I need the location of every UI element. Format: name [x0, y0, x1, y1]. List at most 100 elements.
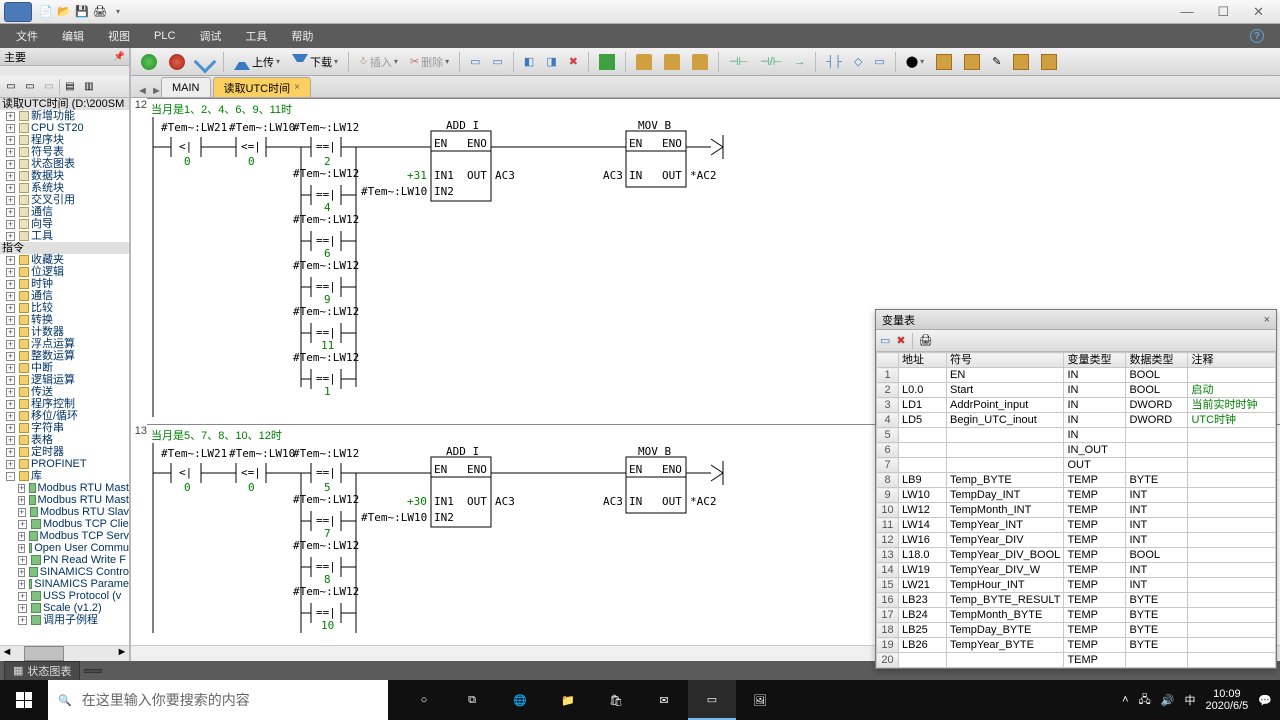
toggle-icon[interactable]: ⬤▾ [902, 51, 928, 73]
tool-icon-4[interactable]: ◨ [542, 51, 560, 73]
variable-row[interactable]: 10LW12TempMonth_INTTEMPINT [877, 503, 1276, 518]
run-button[interactable] [137, 51, 161, 73]
variable-row[interactable]: 5IN [877, 428, 1276, 443]
col-addr[interactable]: 地址 [899, 353, 947, 368]
tray-notifications-icon[interactable]: 💬 [1258, 694, 1272, 707]
tool-icon-a[interactable] [932, 51, 956, 73]
branch-icon-1[interactable]: ┤├ [822, 51, 846, 73]
goto-button[interactable] [595, 51, 619, 73]
tree-item[interactable]: +比较 [6, 302, 129, 314]
variable-row[interactable]: 16LB23Temp_BYTE_RESULTTEMPBYTE [877, 593, 1276, 608]
tree-item[interactable]: +向导 [6, 218, 129, 230]
tab-status-chart[interactable]: ▦状态图表 [4, 661, 80, 681]
col-datatype[interactable]: 数据类型 [1126, 353, 1188, 368]
variable-row[interactable]: 8LB9Temp_BYTETEMPBYTE [877, 473, 1276, 488]
new-icon[interactable]: 📄 [38, 4, 54, 20]
project-root[interactable]: 读取UTC时间 (D:\200SM [0, 98, 129, 110]
variable-row[interactable]: 17LB24TempMonth_BYTETEMPBYTE [877, 608, 1276, 623]
variable-row[interactable]: 19LB26TempYear_BYTETEMPBYTE [877, 638, 1276, 653]
variable-row[interactable]: 3LD1AddrPoint_inputINDWORD当前实时时钟 [877, 398, 1276, 413]
taskbar-explorer-icon[interactable]: 📁 [544, 680, 592, 720]
tree-item[interactable]: +浮点运算 [6, 338, 129, 350]
tree-item[interactable]: +通信 [6, 290, 129, 302]
tab-nav-icon[interactable]: ◄ ► [137, 85, 162, 97]
cortana-icon[interactable]: ○ [400, 680, 448, 720]
variable-table-titlebar[interactable]: 变量表 × [876, 310, 1276, 330]
tree-item[interactable]: +时钟 [6, 278, 129, 290]
insert-button[interactable]: ⎀插入▾ [355, 51, 402, 73]
tool-icon-e[interactable] [1037, 51, 1061, 73]
maximize-button[interactable]: ☐ [1217, 4, 1229, 20]
tree-item[interactable]: +字符串 [6, 422, 129, 434]
variable-row[interactable]: 6IN_OUT [877, 443, 1276, 458]
tree-tb-3[interactable]: ▭ [40, 78, 58, 96]
close-button[interactable]: ✕ [1253, 4, 1264, 20]
coil-icon[interactable]: → [790, 51, 809, 73]
tree-item[interactable]: +PROFINET [6, 458, 129, 470]
tool-icon-5[interactable]: ✖ [565, 51, 582, 73]
tray-chevron-icon[interactable]: ˄ [1122, 694, 1128, 706]
tree-item[interactable]: +工具 [6, 230, 129, 242]
tool-icon-3[interactable]: ◧ [520, 51, 538, 73]
menu-view[interactable]: 视图 [108, 28, 130, 44]
contact-no-icon[interactable]: ⊣⊢ [725, 51, 752, 73]
tree-item[interactable]: +交叉引用 [6, 194, 129, 206]
tree-item[interactable]: +整数运算 [6, 350, 129, 362]
tree-lib-item[interactable]: +PN Read Write F [18, 554, 129, 566]
tree-item[interactable]: +传送 [6, 386, 129, 398]
taskbar-search[interactable]: 🔍 在这里输入你要搜索的内容 [48, 680, 388, 720]
box-icon[interactable]: ▭ [870, 51, 888, 73]
tab-utc[interactable]: 读取UTC时间× [213, 77, 311, 97]
col-comment[interactable]: 注释 [1188, 353, 1276, 368]
menu-debug[interactable]: 调试 [199, 28, 221, 44]
tree-item[interactable]: +位逻辑 [6, 266, 129, 278]
variable-row[interactable]: 18LB25TempDay_BYTETEMPBYTE [877, 623, 1276, 638]
help-icon[interactable]: ? [1250, 29, 1264, 43]
qat-dropdown-icon[interactable]: ▾ [110, 4, 126, 20]
tray-volume-icon[interactable]: 🔊 [1161, 694, 1175, 707]
variable-row[interactable]: 13L18.0TempYear_DIV_BOOLTEMPBOOL [877, 548, 1276, 563]
tree-hscroll[interactable]: ◄► [0, 645, 129, 661]
taskbar-store-icon[interactable]: 🛍 [592, 680, 640, 720]
start-button[interactable] [0, 680, 48, 720]
tree-lib-item[interactable]: +Modbus RTU Slav [18, 506, 129, 518]
minimize-button[interactable]: — [1180, 4, 1193, 20]
stop-button[interactable] [165, 51, 189, 73]
left-pane-pin-icon[interactable]: 📌 [114, 51, 125, 62]
tree-lib-item[interactable]: +Open User Commu [18, 542, 129, 554]
lock-icon-3[interactable] [688, 51, 712, 73]
variable-row[interactable]: 9LW10TempDay_INTTEMPINT [877, 488, 1276, 503]
contact-nc-icon[interactable]: ⊣/⊢ [756, 51, 786, 73]
taskbar-photos-icon[interactable]: 🖼 [736, 680, 784, 720]
taskview-icon[interactable]: ⧉ [448, 680, 496, 720]
variable-row[interactable]: 14LW19TempYear_DIV_WTEMPINT [877, 563, 1276, 578]
variable-row[interactable]: 1ENINBOOL [877, 368, 1276, 383]
col-vartype[interactable]: 变量类型 [1064, 353, 1126, 368]
tree-item[interactable]: +系统块 [6, 182, 129, 194]
tray-network-icon[interactable]: 🖧 [1139, 691, 1151, 710]
tree-lib-root[interactable]: -库 [6, 470, 129, 482]
tool-icon-c[interactable]: ✎ [988, 51, 1005, 73]
vt-tool-delete-icon[interactable]: ✖ [896, 334, 905, 347]
print-icon[interactable]: 🖨 [92, 4, 108, 20]
tab-close-icon[interactable]: × [294, 82, 300, 93]
tree-item[interactable]: +CPU ST20 [6, 122, 129, 134]
tree-tb-1[interactable]: ▭ [2, 78, 20, 96]
tab-main[interactable]: MAIN [161, 77, 211, 97]
taskbar-mail-icon[interactable]: ✉ [640, 680, 688, 720]
tree-item[interactable]: +转换 [6, 314, 129, 326]
tree-item[interactable]: +定时器 [6, 446, 129, 458]
tray-ime[interactable]: 中 [1184, 692, 1195, 708]
tree-item[interactable]: +表格 [6, 434, 129, 446]
taskbar-edge-icon[interactable]: 🌐 [496, 680, 544, 720]
tree-item[interactable]: +逻辑运算 [6, 374, 129, 386]
tree-item[interactable]: +程序块 [6, 134, 129, 146]
menu-help[interactable]: 帮助 [291, 28, 313, 44]
branch-icon-2[interactable]: ◇ [850, 51, 866, 73]
save-icon[interactable]: 💾 [74, 4, 90, 20]
tool-icon-b[interactable] [960, 51, 984, 73]
menu-file[interactable]: 文件 [16, 28, 38, 44]
variable-row[interactable]: 11LW14TempYear_INTTEMPINT [877, 518, 1276, 533]
tool-icon-1[interactable]: ▭ [466, 51, 484, 73]
system-tray[interactable]: ˄ 🖧 🔊 中 10:092020/6/5 💬 [1114, 688, 1280, 712]
